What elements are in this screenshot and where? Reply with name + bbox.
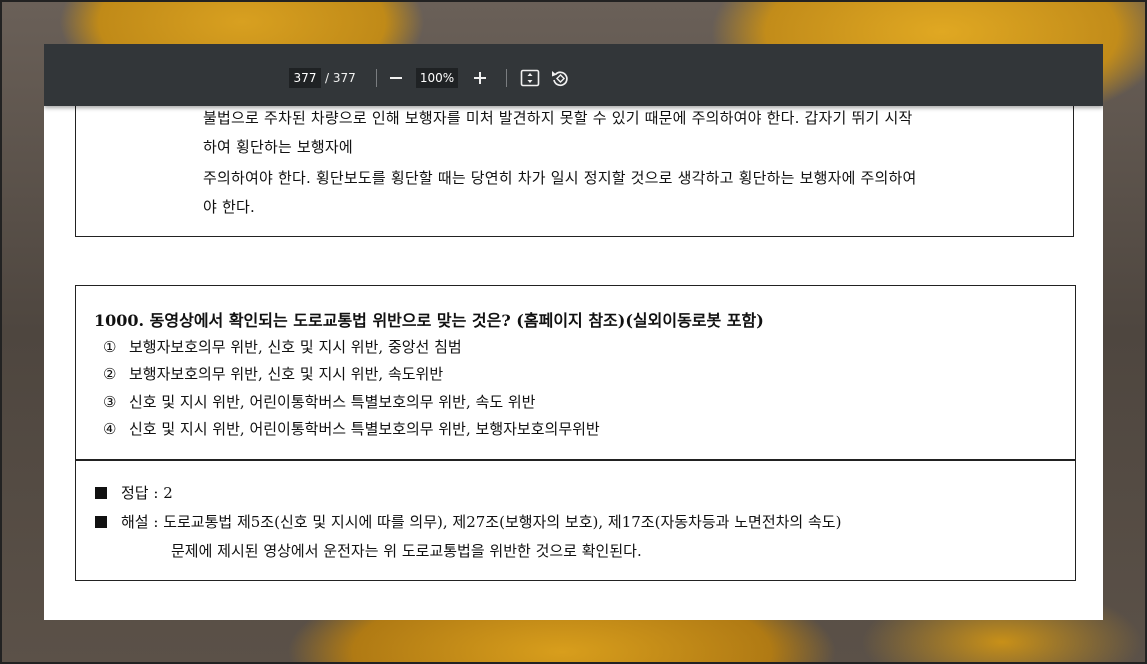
rotate-button[interactable]: [548, 66, 572, 90]
explanation-line: 하여 횡단하는 보행자에: [203, 138, 353, 156]
page-number-input[interactable]: 377: [289, 68, 321, 88]
zoom-out-button[interactable]: [384, 66, 408, 90]
explanation-line: 불법으로 주차된 차량으로 인해 보행자를 미처 발견하지 못할 수 있기 때문…: [203, 109, 913, 127]
explanation-text: 해설 : 도로교통법 제5조(신호 및 지시에 따를 의무), 제27조(보행자…: [121, 513, 842, 531]
option-text: 신호 및 지시 위반, 어린이통학버스 특별보호의무 위반, 속도 위반: [129, 393, 536, 411]
toolbar-divider: [376, 69, 377, 87]
minus-icon: [390, 77, 402, 79]
zoom-level-input[interactable]: 100%: [416, 68, 458, 88]
fit-page-icon: [520, 69, 540, 87]
option-text: 보행자보호의무 위반, 신호 및 지시 위반, 속도위반: [129, 365, 444, 383]
plus-icon: [474, 72, 486, 84]
explanation-continued: 문제에 제시된 영상에서 운전자는 위 도로교통법을 위반한 것으로 확인된다.: [171, 542, 642, 560]
option-text: 신호 및 지시 위반, 어린이통학버스 특별보호의무 위반, 보행자보호의무위반: [129, 420, 600, 438]
explanation-line: 야 한다.: [203, 198, 255, 216]
explanation-line: 주의하여야 한다. 횡단보도를 횡단할 때는 당연히 차가 일시 정지할 것으로…: [203, 169, 917, 187]
answer-text: 정답 : 2: [121, 484, 173, 502]
option-number: ②: [103, 365, 117, 383]
option-item: ① 보행자보호의무 위반, 신호 및 지시 위반, 중앙선 침범: [103, 336, 462, 357]
option-number: ④: [103, 420, 117, 438]
option-item: ② 보행자보호의무 위반, 신호 및 지시 위반, 속도위반: [103, 363, 443, 384]
pdf-viewer: 377 / 377 100% 불법으로 주차된 차량으로 인해 보행자를 미처 …: [44, 44, 1103, 620]
fit-page-button[interactable]: [518, 66, 542, 90]
option-number: ①: [103, 338, 117, 356]
option-text: 보행자보호의무 위반, 신호 및 지시 위반, 중앙선 침범: [129, 338, 462, 356]
square-bullet-icon: [95, 487, 107, 499]
total-pages: / 377: [325, 71, 356, 85]
question-title: 1000. 동영상에서 확인되는 도로교통법 위반으로 맞는 것은? (홈페이지…: [94, 311, 764, 330]
section-divider: [76, 459, 1075, 461]
toolbar-divider: [506, 69, 507, 87]
pdf-page: 불법으로 주차된 차량으로 인해 보행자를 미처 발견하지 못할 수 있기 때문…: [44, 44, 1103, 620]
square-bullet-icon: [95, 516, 107, 528]
option-item: ③ 신호 및 지시 위반, 어린이통학버스 특별보호의무 위반, 속도 위반: [103, 391, 535, 412]
explanation-line: 해설 : 도로교통법 제5조(신호 및 지시에 따를 의무), 제27조(보행자…: [95, 511, 841, 532]
answer-line: 정답 : 2: [95, 482, 173, 503]
viewer-toolbar: 377 / 377 100%: [44, 44, 1103, 106]
rotate-icon: [552, 71, 568, 87]
option-item: ④ 신호 및 지시 위반, 어린이통학버스 특별보호의무 위반, 보행자보호의무위…: [103, 418, 600, 439]
zoom-in-button[interactable]: [468, 66, 492, 90]
question-box: 1000. 동영상에서 확인되는 도로교통법 위반으로 맞는 것은? (홈페이지…: [75, 285, 1076, 581]
option-number: ③: [103, 393, 117, 411]
